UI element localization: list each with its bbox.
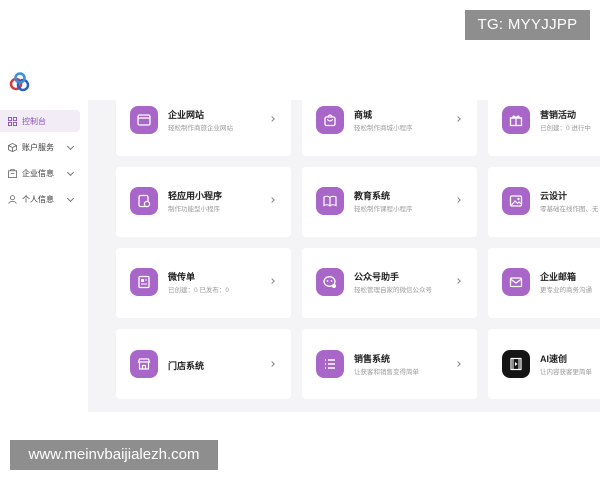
- card-title: 公众号助手: [354, 272, 400, 282]
- card-education[interactable]: 教育系统 轻松制作课程小程序: [302, 167, 477, 237]
- flyer-icon: [130, 268, 158, 296]
- chevron-right-icon: [455, 278, 461, 284]
- card-title: AI速创: [540, 354, 568, 364]
- chevron-down-icon: [66, 142, 75, 151]
- card-title: 商城: [354, 110, 373, 120]
- sidebar-item-account-service[interactable]: 账户服务: [0, 136, 80, 158]
- chevron-right-icon: [455, 361, 461, 367]
- building-icon: [8, 168, 17, 178]
- card-subtitle: 轻松管理自家的微信公众号: [354, 287, 432, 294]
- shopping-bag-icon: [316, 106, 344, 134]
- sidebar-item-label: 账户服务: [22, 142, 54, 152]
- box-icon: [8, 142, 17, 152]
- chevron-right-icon: [269, 278, 275, 284]
- card-enterprise-mail[interactable]: 企业邮箱 更专业的商务沟通: [488, 248, 600, 318]
- card-marketing[interactable]: 营销活动 已创建：0 进行中: [488, 100, 600, 156]
- card-enterprise-website[interactable]: 企业网站 轻松制作商旅企业网站: [116, 100, 291, 156]
- sidebar-item-dashboard[interactable]: 控制台: [0, 110, 80, 132]
- sidebar-item-label: 个人信息: [22, 194, 54, 204]
- website-icon: [130, 106, 158, 134]
- gift-icon: [502, 106, 530, 134]
- card-subtitle: 已创建：0 进行中: [540, 125, 591, 132]
- card-title: 教育系统: [354, 191, 391, 201]
- dashboard-page: TG: MYYJJPP 控制台 账户服务 企业信息 个人信息 企业网站 轻松制作…: [0, 0, 600, 480]
- chevron-right-icon: [455, 116, 461, 122]
- store-icon: [130, 350, 158, 378]
- sidebar-item-label: 控制台: [22, 116, 46, 126]
- card-subtitle: 让获客和销售变得简单: [354, 369, 419, 376]
- card-mall[interactable]: 商城 轻松制作商城小程序: [302, 100, 477, 156]
- card-title: 企业邮箱: [540, 272, 577, 282]
- card-subtitle: 更专业的商务沟通: [540, 287, 592, 294]
- card-title: 销售系统: [354, 354, 391, 364]
- card-subtitle: 让内容获客更简单: [540, 369, 592, 376]
- chevron-right-icon: [269, 197, 275, 203]
- card-official-account[interactable]: 公众号助手 轻松管理自家的微信公众号: [302, 248, 477, 318]
- card-subtitle: 零基础在线作图、无: [540, 206, 599, 213]
- card-title: 微传单: [168, 272, 196, 282]
- card-store-system[interactable]: 门店系统: [116, 329, 291, 399]
- card-ai-create[interactable]: AI速创 让内容获客更简单: [488, 329, 600, 399]
- card-title: 云设计: [540, 191, 568, 201]
- chevron-right-icon: [269, 361, 275, 367]
- chat-icon: [316, 268, 344, 296]
- brand-logo[interactable]: [8, 70, 32, 94]
- watermark-top: TG: MYYJJPP: [465, 10, 590, 40]
- card-subtitle: 轻松制作商旅企业网站: [168, 125, 233, 132]
- person-icon: [8, 194, 17, 204]
- chevron-right-icon: [455, 197, 461, 203]
- card-cloud-design[interactable]: 云设计 零基础在线作图、无: [488, 167, 600, 237]
- film-icon: [502, 350, 530, 378]
- watermark-bottom: www.meinvbaijialezh.com: [10, 440, 218, 470]
- sidebar-item-personal-info[interactable]: 个人信息: [0, 188, 80, 210]
- app-grid: 企业网站 轻松制作商旅企业网站 商城 轻松制作商城小程序 营销活动 已创建：0 …: [88, 100, 600, 412]
- book-icon: [316, 187, 344, 215]
- mini-program-icon: [130, 187, 158, 215]
- grid-icon: [8, 116, 17, 126]
- image-icon: [502, 187, 530, 215]
- card-subtitle: 轻松制作课程小程序: [354, 206, 413, 213]
- card-subtitle: 制作功能型小程序: [168, 206, 220, 213]
- card-micro-flyer[interactable]: 微传单 已创建：0 已发布：0: [116, 248, 291, 318]
- chevron-right-icon: [269, 116, 275, 122]
- sidebar: 控制台 账户服务 企业信息 个人信息: [0, 100, 88, 420]
- mail-icon: [502, 268, 530, 296]
- chevron-down-icon: [66, 194, 75, 203]
- card-title: 轻应用小程序: [168, 191, 223, 201]
- sidebar-item-company-info[interactable]: 企业信息: [0, 162, 80, 184]
- card-subtitle: 已创建：0 已发布：0: [168, 287, 230, 294]
- chevron-down-icon: [66, 168, 75, 177]
- card-title: 门店系统: [168, 361, 205, 371]
- card-sales-system[interactable]: 销售系统 让获客和销售变得简单: [302, 329, 477, 399]
- card-title: 营销活动: [540, 110, 577, 120]
- sidebar-item-label: 企业信息: [22, 168, 54, 178]
- card-title: 企业网站: [168, 110, 205, 120]
- card-light-app[interactable]: 轻应用小程序 制作功能型小程序: [116, 167, 291, 237]
- card-subtitle: 轻松制作商城小程序: [354, 125, 413, 132]
- list-icon: [316, 350, 344, 378]
